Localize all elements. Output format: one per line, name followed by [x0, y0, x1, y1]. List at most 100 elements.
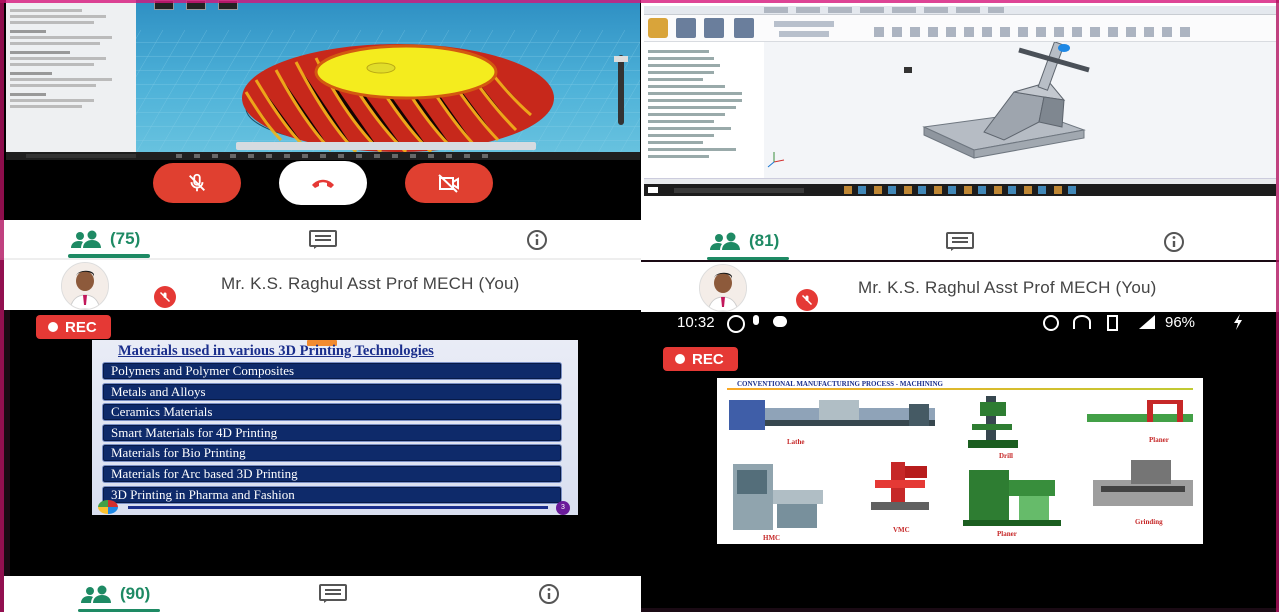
self-participant-row: Mr. K.S. Raghul Asst Prof MECH (You) [4, 260, 641, 310]
list-item: Polymers and Polymer Composites [102, 362, 562, 380]
participant-name: Mr. K.S. Raghul Asst Prof MECH (You) [858, 278, 1157, 297]
drill-image [962, 396, 1022, 448]
caption-grinding: Grinding [1135, 518, 1163, 526]
people-icon [81, 585, 111, 603]
list-item: Smart Materials for 4D Printing [102, 423, 562, 442]
end-call-button[interactable] [279, 161, 367, 205]
windows-taskbar [6, 152, 640, 160]
caption-planer-2: Planer [997, 530, 1017, 538]
whatsapp-icon [727, 315, 745, 333]
chat-icon [946, 232, 974, 251]
tab-bar-3: (90) [4, 576, 641, 612]
caption-hmc: HMC [763, 534, 781, 542]
tab-info[interactable] [526, 229, 548, 256]
windows-taskbar-2 [644, 184, 1276, 196]
camera-off-icon [438, 174, 459, 193]
recording-indicator: REC [36, 315, 111, 339]
list-item: Materials for Bio Printing [102, 444, 562, 463]
gear-model [136, 30, 640, 154]
message-icon [773, 316, 787, 327]
phone-status-bar: 10:32 96% [641, 312, 1279, 334]
slicer-settings-panel [6, 0, 136, 152]
mic-muted-badge [796, 289, 818, 311]
mic-icon [753, 315, 759, 325]
self-participant-row-2: Mr. K.S. Raghul Asst Prof MECH (You) [641, 262, 1279, 312]
bottom-left-pane: REC Materials used in various 3D Printin… [10, 310, 641, 576]
record-dot-icon [675, 354, 685, 364]
slide-title: Materials used in various 3D Printing Te… [118, 343, 434, 359]
rec-label: REC [65, 318, 97, 336]
caption-lathe: Lathe [787, 438, 805, 446]
grinding-image [1091, 460, 1195, 512]
frame-border-left [0, 0, 4, 612]
planer-image-1 [1087, 398, 1193, 428]
hangup-icon [312, 179, 334, 188]
chat-icon [319, 584, 347, 603]
vmc-image [865, 460, 935, 512]
participants-count: (90) [120, 584, 151, 603]
cad-toolbar [644, 15, 1276, 42]
mic-muted-badge [154, 286, 176, 308]
rec-label: REC [692, 350, 724, 368]
participants-count: (75) [110, 229, 141, 248]
tab-participants[interactable]: (75) [70, 229, 140, 249]
tab-chat-2[interactable] [945, 232, 975, 257]
record-dot-icon [48, 322, 58, 332]
recording-indicator: REC [663, 347, 738, 371]
presentation-slide: Materials used in various 3D Printing Te… [92, 340, 578, 515]
lathe-image [729, 396, 939, 436]
hmc-image [727, 460, 827, 532]
signal-4g-icon [1139, 315, 1155, 329]
hotspot-icon [1073, 315, 1091, 329]
mic-off-icon [159, 291, 171, 303]
participant-name: Mr. K.S. Raghul Asst Prof MECH (You) [221, 274, 520, 293]
info-icon [527, 230, 547, 250]
bottom-right-pane: 10:32 96% REC CONVENTIONAL MANUFACTURING… [641, 312, 1279, 608]
tab-info-2[interactable] [1163, 231, 1185, 258]
tab-chat-3[interactable] [318, 584, 348, 609]
status-time: 10:32 [677, 314, 715, 331]
charging-icon [1234, 314, 1242, 330]
planer-image-2 [959, 460, 1065, 526]
slicer-viewport[interactable] [136, 0, 640, 154]
list-item: Ceramics Materials [102, 403, 562, 422]
college-logo [98, 500, 118, 514]
tab-info-3[interactable] [538, 583, 560, 610]
presentation-slide-2: CONVENTIONAL MANUFACTURING PROCESS - MAC… [717, 378, 1203, 544]
slide-item-list: Polymers and Polymer Composites Metals a… [102, 362, 562, 506]
people-icon [71, 230, 101, 248]
caption-vmc: VMC [893, 526, 910, 534]
avatar [61, 262, 109, 310]
slide-title: CONVENTIONAL MANUFACTURING PROCESS - MAC… [737, 380, 943, 388]
mic-off-icon [189, 173, 205, 192]
slide-footer-line [128, 506, 548, 509]
slide-page-number: 3 [556, 501, 570, 515]
camera-off-button[interactable] [405, 163, 493, 203]
avatar [699, 264, 747, 312]
title-underline [727, 388, 1193, 390]
top-left-pane: (75) [0, 0, 641, 260]
shared-screen-cad [644, 6, 1276, 196]
cad-feature-tree[interactable] [644, 42, 765, 178]
tab-chat[interactable] [308, 230, 338, 255]
list-item: Materials for Arc based 3D Printing [102, 464, 562, 483]
participants-count: (81) [749, 231, 780, 250]
top-right-pane: (81) [641, 0, 1279, 260]
people-icon [710, 232, 740, 250]
cad-viewport[interactable] [764, 42, 1276, 178]
info-icon [539, 584, 559, 604]
alarm-icon [1043, 315, 1059, 331]
tab-participants-3[interactable]: (90) [80, 584, 150, 604]
active-tab-indicator [707, 257, 789, 260]
caption-drill: Drill [999, 452, 1013, 460]
tab-participants-2[interactable]: (81) [709, 231, 779, 251]
vibrate-icon [1107, 315, 1118, 331]
tab-bar-2: (81) [641, 222, 1279, 260]
mic-off-icon [801, 294, 813, 306]
frame-border-top [0, 0, 1279, 3]
slicer-status-strip [236, 142, 536, 150]
cad-ribbon-tabs [644, 6, 1276, 15]
shared-screen [6, 0, 640, 160]
battery-percent: 96% [1165, 314, 1196, 331]
mic-off-button[interactable] [153, 163, 241, 203]
